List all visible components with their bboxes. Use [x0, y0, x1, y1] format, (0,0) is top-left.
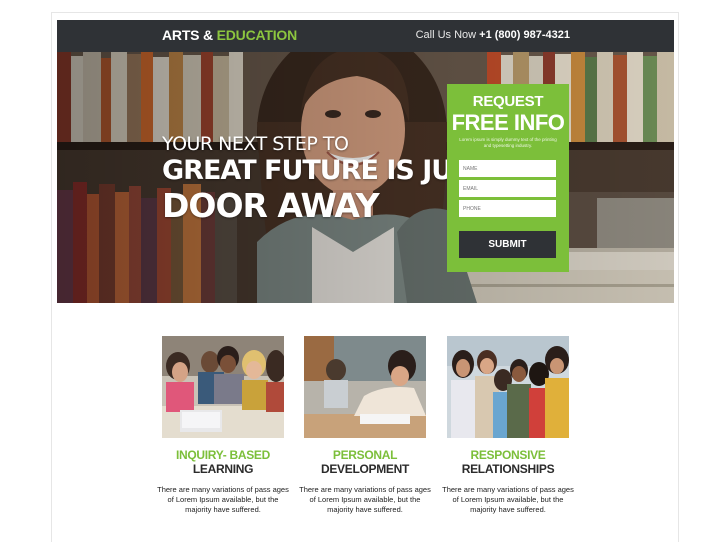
feature-title-green: PERSONAL [332, 448, 398, 462]
feature-title-dark: LEARNING [192, 462, 254, 476]
feature-image-group-students [447, 336, 569, 438]
form-title-free-info: FREE INFO [451, 110, 565, 135]
feature-title-dark: DEVELOPMENT [320, 462, 410, 476]
logo-text-accent: EDUCATION [216, 27, 298, 43]
feature-description: There are many variations of pass ages o… [299, 485, 431, 514]
form-subtitle: Lorem ipsum is simply dummy text of the … [459, 137, 557, 148]
phone-number: +1 (800) 987-4321 [479, 29, 570, 41]
top-header: ARTS & EDUCATION Call Us Now +1 (800) 98… [57, 20, 674, 52]
feature-title-green: INQUIRY- BASED [175, 448, 271, 462]
brand-logo[interactable]: ARTS & EDUCATION [162, 27, 297, 43]
logo-text-primary: ARTS & [162, 27, 217, 43]
phone-prefix: Call Us Now [415, 29, 480, 41]
feature-title-dark: RELATIONSHIPS [461, 462, 555, 476]
feature-image-student-writing [304, 336, 426, 438]
email-field[interactable] [459, 180, 556, 197]
hero-banner: YOUR NEXT STEP TO GREAT FUTURE IS JUST A… [57, 52, 674, 303]
request-info-form: REQUEST FREE INFO Lorem ipsum is simply … [447, 84, 569, 272]
feature-description: There are many variations of pass ages o… [157, 485, 289, 514]
name-field[interactable] [459, 160, 556, 177]
feature-description: There are many variations of pass ages o… [442, 485, 574, 514]
submit-button[interactable]: SUBMIT [459, 231, 556, 258]
form-title-request: REQUEST [472, 93, 544, 110]
phone-contact[interactable]: Call Us Now +1 (800) 987-4321 [416, 29, 570, 41]
phone-field[interactable] [459, 200, 556, 217]
feature-image-students-laptop [162, 336, 284, 438]
feature-title-green: RESPONSIVE [470, 448, 546, 462]
